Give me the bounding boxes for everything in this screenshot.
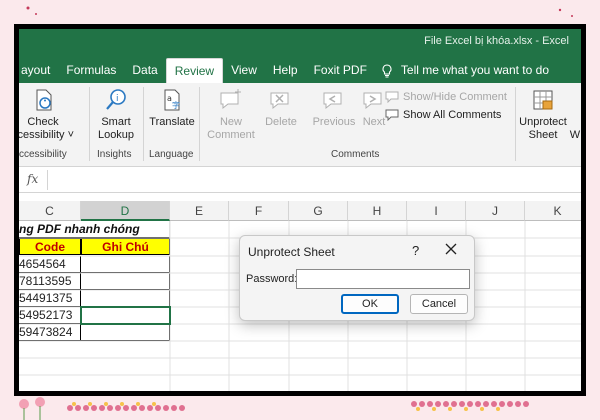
svg-text:i: i — [116, 94, 119, 104]
check-label-1: Check — [27, 116, 59, 128]
excel-window-frame: File Excel bị khóa.xlsx - Excel ayout Fo… — [14, 24, 586, 396]
active-cell-selection — [80, 306, 171, 325]
translate-button[interactable]: a 字 Translate — [147, 87, 197, 129]
unprotect-label-1: Unprotect — [519, 116, 567, 128]
new-comment-button[interactable]: New Comment — [205, 87, 257, 142]
svg-text:字: 字 — [172, 100, 180, 110]
tell-me-text: Tell me what you want to do — [400, 63, 549, 77]
group-label-comments: Comments — [331, 149, 380, 160]
delete-label: Delete — [265, 116, 297, 128]
group-separator — [89, 87, 90, 161]
next-label: Next — [362, 116, 386, 128]
tab-data[interactable]: Data — [124, 58, 165, 83]
formula-bar: fx — [19, 167, 581, 193]
delete-comment-icon — [270, 92, 289, 110]
group-label-language: Language — [149, 149, 194, 160]
show-hide-comment-icon — [385, 91, 399, 103]
tab-formulas[interactable]: Formulas — [58, 58, 124, 83]
dialog-help-button[interactable]: ? — [412, 243, 419, 258]
group-separator — [143, 87, 144, 161]
column-header-e[interactable]: E — [170, 201, 229, 221]
check-label-2: ccessibility ˅ — [14, 129, 75, 141]
column-header-c[interactable]: C — [19, 201, 81, 221]
new-comment-label-1: New — [219, 116, 242, 128]
show-all-label: Show All Comments — [403, 109, 502, 121]
title-bar: File Excel bị khóa.xlsx - Excel ayout Fo… — [19, 29, 581, 83]
new-comment-icon — [220, 89, 241, 110]
ribbon-review: Check ccessibility ˅ ccessibility i Smar… — [19, 83, 581, 167]
unprotect-label-2: Sheet — [528, 129, 558, 141]
smart-lookup-button[interactable]: i Smart Lookup — [93, 87, 139, 142]
delete-comment-button[interactable]: Delete — [261, 87, 301, 129]
column-header-k[interactable]: K — [525, 201, 581, 221]
password-input[interactable] — [296, 269, 470, 289]
close-icon[interactable] — [444, 242, 458, 256]
smart-label-1: Smart — [101, 116, 131, 128]
translate-icon: a 字 — [164, 89, 180, 111]
formula-bar-separator — [47, 170, 48, 190]
column-header-f[interactable]: F — [229, 201, 289, 221]
previous-label: Previous — [312, 116, 356, 128]
accessibility-check-icon — [36, 89, 52, 111]
group-separator — [515, 87, 516, 161]
previous-comment-icon — [323, 92, 342, 110]
decorative-flower-border — [19, 397, 529, 420]
smart-lookup-icon: i — [106, 89, 126, 110]
truncated-ribbon-item[interactable]: W — [569, 129, 581, 142]
group-label-insights: Insights — [97, 149, 132, 160]
column-header-i[interactable]: I — [407, 201, 466, 221]
column-header-h[interactable]: H — [348, 201, 407, 221]
lightbulb-icon — [382, 63, 392, 78]
column-header-j[interactable]: J — [466, 201, 525, 221]
unprotect-sheet-dialog: Unprotect Sheet ? Password: OK Cancel — [239, 235, 475, 321]
new-comment-label-2: Comment — [207, 129, 255, 141]
unprotect-sheet-icon — [533, 90, 553, 110]
tab-page-layout[interactable]: ayout — [19, 58, 58, 83]
show-all-comments-button[interactable]: Show All Comments — [385, 109, 501, 121]
dialog-title: Unprotect Sheet — [248, 245, 335, 259]
column-header-g[interactable]: G — [289, 201, 348, 221]
next-comment-icon — [363, 92, 382, 110]
tell-me-box[interactable]: Tell me what you want to do — [375, 58, 549, 83]
check-accessibility-button[interactable]: Check ccessibility ˅ — [14, 87, 75, 142]
show-hide-label: Show/Hide Comment — [403, 91, 507, 103]
group-separator — [199, 87, 200, 161]
show-all-comments-icon — [385, 109, 399, 121]
previous-comment-button[interactable]: Previous — [309, 87, 359, 129]
password-label: Password: — [246, 273, 298, 285]
cancel-button[interactable]: Cancel — [410, 294, 468, 314]
smart-label-2: Lookup — [97, 129, 135, 141]
group-label-accessibility: ccessibility — [19, 149, 67, 160]
ok-button[interactable]: OK — [341, 294, 399, 314]
column-header-d[interactable]: D — [81, 201, 170, 221]
tab-foxit-pdf[interactable]: Foxit PDF — [306, 58, 375, 83]
window-title: File Excel bị khóa.xlsx - Excel — [424, 35, 569, 47]
tab-help[interactable]: Help — [265, 58, 306, 83]
fx-icon[interactable]: fx — [27, 172, 38, 186]
tab-view[interactable]: View — [223, 58, 265, 83]
unprotect-sheet-button[interactable]: Unprotect Sheet — [519, 87, 567, 142]
show-hide-comment-button[interactable]: Show/Hide Comment — [385, 91, 507, 103]
tab-review[interactable]: Review — [165, 58, 224, 83]
translate-label: Translate — [149, 116, 195, 128]
ribbon-tabs: ayout Formulas Data Review View Help Fox… — [19, 58, 549, 83]
